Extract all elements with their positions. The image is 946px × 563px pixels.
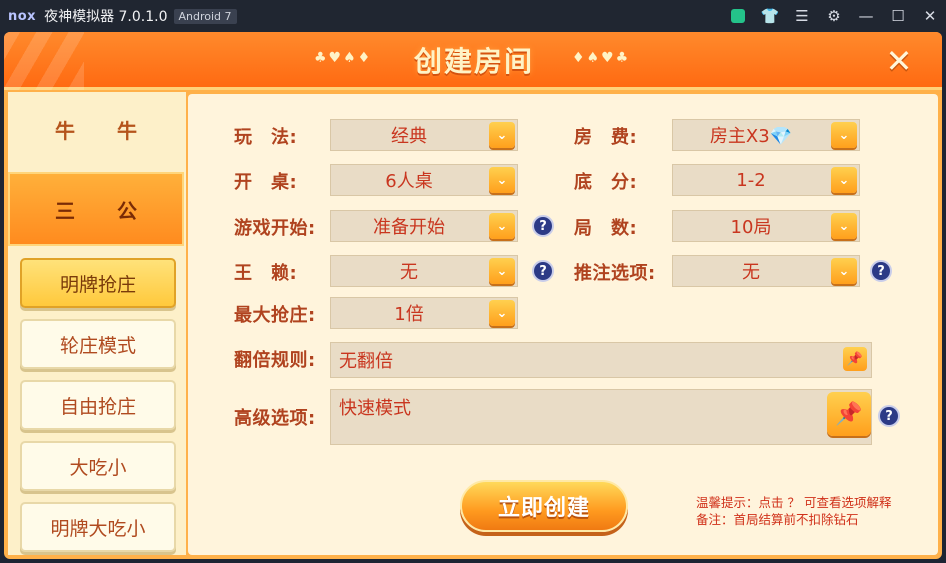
chevron-down-icon[interactable]: ⌄ — [489, 122, 515, 148]
dialog-header: ♣♥♠♦ 创建房间 ♦♠♥♣ ✕ — [4, 32, 942, 90]
label-fee: 房 费: — [574, 127, 638, 148]
tab-label-char: 三 — [55, 198, 75, 223]
label-double-rule: 翻倍规则: — [234, 350, 316, 371]
tab-sangong[interactable]: 三 公 — [8, 172, 184, 246]
mode-button-mingpai-qiangzhuang[interactable]: 明牌抢庄 — [20, 258, 176, 308]
help-icon[interactable]: ? — [532, 215, 554, 237]
label-advanced: 高级选项: — [234, 408, 316, 429]
android-version-badge: Android 7 — [173, 8, 237, 24]
label-wild: 王 赖: — [234, 263, 298, 284]
emulator-titlebar: nox 夜神模拟器 7.0.1.0 Android 7 👕 ☰ ⚙ — ☐ ✕ — [0, 0, 946, 32]
create-room-button[interactable]: 立即创建 — [460, 480, 628, 532]
chevron-down-icon[interactable]: ⌄ — [489, 167, 515, 193]
note-text: 备注：首局结算前不扣除钻石 — [696, 512, 859, 527]
label-push-bet: 推注选项: — [574, 263, 656, 284]
window-controls: 👕 ☰ ⚙ — ☐ ✕ — [722, 0, 946, 32]
pin-icon[interactable]: 📌 — [827, 392, 871, 436]
menu-icon[interactable]: ☰ — [786, 0, 818, 32]
label-play: 玩 法: — [234, 127, 298, 148]
advanced-options-value: 快速模式 — [339, 398, 411, 419]
chevron-down-icon[interactable]: ⌄ — [831, 258, 857, 284]
chevron-down-icon[interactable]: ⌄ — [831, 122, 857, 148]
max-bid-select[interactable]: 1倍 ⌄ — [330, 297, 518, 329]
double-rule-value: 无翻倍 — [339, 351, 393, 372]
header-decoration — [4, 32, 84, 90]
settings-panel: 玩 法: 经典 ⌄ 房 费: 房主X3💎 ⌄ 开 桌: 6人桌 ⌄ 底 分: 1… — [188, 94, 938, 555]
tab-label-char: 牛 — [55, 118, 75, 143]
label-game-start: 游戏开始: — [234, 218, 316, 239]
mode-button-dachixiao[interactable]: 大吃小 — [20, 441, 176, 491]
mode-button-mingpai-dachixiao[interactable]: 明牌大吃小 — [20, 502, 176, 552]
app-title: 夜神模拟器 7.0.1.0 — [44, 9, 168, 25]
game-type-sidebar: 牛 牛 三 公 明牌抢庄 轮庄模式 自由抢庄 大吃小 明牌大吃小 — [8, 92, 186, 555]
chevron-down-icon[interactable]: ⌄ — [489, 300, 515, 326]
rounds-select[interactable]: 10局 ⌄ — [672, 210, 860, 242]
chevron-down-icon[interactable]: ⌄ — [831, 213, 857, 239]
game-window: ♣♥♠♦ 创建房间 ♦♠♥♣ ✕ 牛 牛 三 公 明牌抢庄 轮庄模式 自由抢庄 … — [4, 32, 942, 559]
help-icon[interactable]: ? — [870, 260, 892, 282]
wild-select[interactable]: 无 ⌄ — [330, 255, 518, 287]
label-rounds: 局 数: — [574, 218, 638, 239]
minimize-icon[interactable]: — — [850, 0, 882, 32]
tab-label-char: 牛 — [117, 118, 137, 143]
store-icon[interactable] — [722, 0, 754, 32]
double-rule-field[interactable]: 无翻倍 📌 — [330, 342, 872, 378]
tab-niuniu[interactable]: 牛 牛 — [8, 92, 184, 166]
chevron-down-icon[interactable]: ⌄ — [831, 167, 857, 193]
advanced-options-field[interactable]: 快速模式 📌 — [330, 389, 872, 445]
shirt-icon[interactable]: 👕 — [754, 0, 786, 32]
label-max-bid: 最大抢庄: — [234, 305, 316, 326]
label-table: 开 桌: — [234, 172, 298, 193]
help-icon[interactable]: ? — [878, 405, 900, 427]
table-select[interactable]: 6人桌 ⌄ — [330, 164, 518, 196]
close-dialog-button[interactable]: ✕ — [872, 38, 926, 84]
crossed-swords-icon: ✕ — [885, 42, 913, 80]
label-base-score: 底 分: — [574, 172, 638, 193]
close-icon[interactable]: ✕ — [914, 0, 946, 32]
tab-label-char: 公 — [117, 198, 137, 223]
game-start-select[interactable]: 准备开始 ⌄ — [330, 210, 518, 242]
maximize-icon[interactable]: ☐ — [882, 0, 914, 32]
help-icon[interactable]: ? — [532, 260, 554, 282]
base-score-select[interactable]: 1-2 ⌄ — [672, 164, 860, 196]
mode-button-ziyou-qiangzhuang[interactable]: 自由抢庄 — [20, 380, 176, 430]
chevron-down-icon[interactable]: ⌄ — [489, 258, 515, 284]
mode-button-lunzhuang[interactable]: 轮庄模式 — [20, 319, 176, 369]
push-bet-select[interactable]: 无 ⌄ — [672, 255, 860, 287]
gear-icon[interactable]: ⚙ — [818, 0, 850, 32]
suits-decoration-right: ♦♠♥♣ — [572, 50, 631, 66]
pin-icon[interactable]: 📌 — [843, 347, 867, 371]
play-select[interactable]: 经典 ⌄ — [330, 119, 518, 151]
nox-logo: nox — [8, 8, 37, 24]
chevron-down-icon[interactable]: ⌄ — [489, 213, 515, 239]
dialog-title: 创建房间 — [413, 45, 534, 78]
fee-select[interactable]: 房主X3💎 ⌄ — [672, 119, 860, 151]
